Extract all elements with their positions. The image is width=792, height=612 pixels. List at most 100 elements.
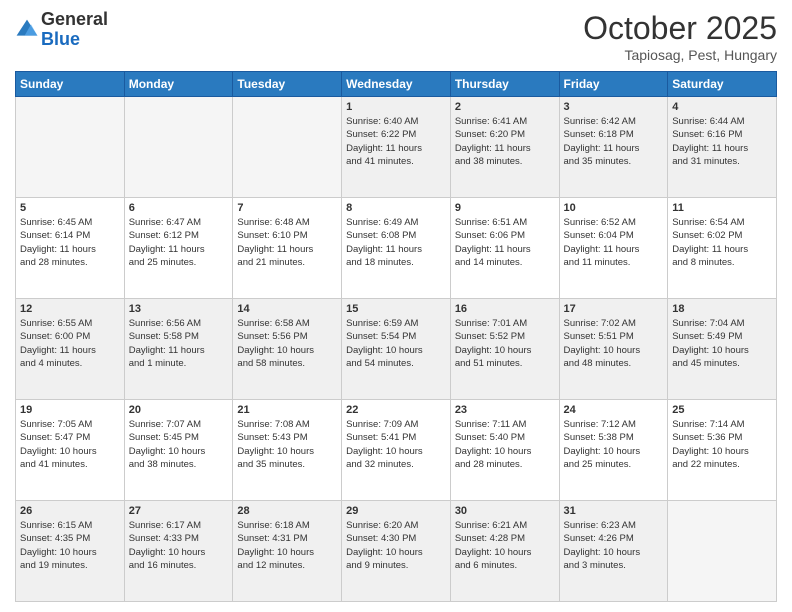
day-number: 22 xyxy=(346,404,446,416)
day-number: 23 xyxy=(455,404,555,416)
calendar-cell: 27 Sunrise: 6:17 AMSunset: 4:33 PMDayligh… xyxy=(124,501,233,602)
day-info: Sunrise: 6:49 AMSunset: 6:08 PMDaylight:… xyxy=(346,216,446,269)
day-info: Sunrise: 6:55 AMSunset: 6:00 PMDaylight:… xyxy=(20,317,120,370)
day-number: 10 xyxy=(564,202,664,214)
calendar-cell: 3Sunrise: 6:42 AMSunset: 6:18 PMDaylight… xyxy=(559,97,668,198)
day-number: 31 xyxy=(564,505,664,517)
col-header-monday: Monday xyxy=(124,72,233,97)
logo-general: General xyxy=(41,10,108,30)
calendar-cell: 7Sunrise: 6:48 AMSunset: 6:10 PMDaylight… xyxy=(233,198,342,299)
day-info: Sunrise: 6:51 AMSunset: 6:06 PMDaylight:… xyxy=(455,216,555,269)
day-info: Sunrise: 6:40 AMSunset: 6:22 PMDaylight:… xyxy=(346,115,446,168)
day-number: 21 xyxy=(237,404,337,416)
day-info: Sunrise: 7:14 AMSunset: 5:36 PMDaylight:… xyxy=(672,418,772,471)
calendar-week-0: 1 Sunrise: 6:40 AMSunset: 6:22 PMDaylight… xyxy=(16,97,777,198)
calendar-cell: 13 Sunrise: 6:56 AMSunset: 5:58 PMDayligh… xyxy=(124,299,233,400)
col-header-saturday: Saturday xyxy=(668,72,777,97)
calendar-cell: 17 Sunrise: 7:02 AMSunset: 5:51 PMDayligh… xyxy=(559,299,668,400)
day-number: 15 xyxy=(346,303,446,315)
col-header-sunday: Sunday xyxy=(16,72,125,97)
day-info: Sunrise: 7:02 AMSunset: 5:51 PMDaylight:… xyxy=(564,317,664,370)
logo-text: General Blue xyxy=(41,10,108,50)
calendar-cell: 21 Sunrise: 7:08 AMSunset: 5:43 PMDayligh… xyxy=(233,400,342,501)
day-number: 20 xyxy=(129,404,229,416)
col-header-wednesday: Wednesday xyxy=(342,72,451,97)
calendar-cell: 9 Sunrise: 6:51 AMSunset: 6:06 PMDaylight… xyxy=(450,198,559,299)
calendar-cell: 16 Sunrise: 7:01 AMSunset: 5:52 PMDayligh… xyxy=(450,299,559,400)
calendar-cell: 20 Sunrise: 7:07 AMSunset: 5:45 PMDayligh… xyxy=(124,400,233,501)
day-number: 16 xyxy=(455,303,555,315)
day-number: 4 xyxy=(672,101,772,113)
day-info: Sunrise: 6:15 AMSunset: 4:35 PMDaylight:… xyxy=(20,519,120,572)
day-number: 1 xyxy=(346,101,446,113)
day-number: 9 xyxy=(455,202,555,214)
calendar-cell: 25 Sunrise: 7:14 AMSunset: 5:36 PMDayligh… xyxy=(668,400,777,501)
header: General Blue October 2025 Tapiosag, Pest… xyxy=(15,10,777,63)
calendar-week-4: 26 Sunrise: 6:15 AMSunset: 4:35 PMDayligh… xyxy=(16,501,777,602)
calendar-cell: 14 Sunrise: 6:58 AMSunset: 5:56 PMDayligh… xyxy=(233,299,342,400)
day-info: Sunrise: 6:17 AMSunset: 4:33 PMDaylight:… xyxy=(129,519,229,572)
day-info: Sunrise: 7:04 AMSunset: 5:49 PMDaylight:… xyxy=(672,317,772,370)
day-info: Sunrise: 6:21 AMSunset: 4:28 PMDaylight:… xyxy=(455,519,555,572)
day-number: 6 xyxy=(129,202,229,214)
calendar-table: SundayMondayTuesdayWednesdayThursdayFrid… xyxy=(15,71,777,602)
calendar-cell: 4 Sunrise: 6:44 AMSunset: 6:16 PMDaylight… xyxy=(668,97,777,198)
day-number: 24 xyxy=(564,404,664,416)
day-info: Sunrise: 7:08 AMSunset: 5:43 PMDaylight:… xyxy=(237,418,337,471)
day-number: 27 xyxy=(129,505,229,517)
day-info: Sunrise: 7:01 AMSunset: 5:52 PMDaylight:… xyxy=(455,317,555,370)
day-number: 25 xyxy=(672,404,772,416)
calendar-cell xyxy=(668,501,777,602)
calendar-cell: 26 Sunrise: 6:15 AMSunset: 4:35 PMDayligh… xyxy=(16,501,125,602)
day-number: 11 xyxy=(672,202,772,214)
day-info: Sunrise: 6:23 AMSunset: 4:26 PMDaylight:… xyxy=(564,519,664,572)
day-info: Sunrise: 7:11 AMSunset: 5:40 PMDaylight:… xyxy=(455,418,555,471)
calendar-cell: 28Sunrise: 6:18 AMSunset: 4:31 PMDayligh… xyxy=(233,501,342,602)
day-info: Sunrise: 6:45 AMSunset: 6:14 PMDaylight:… xyxy=(20,216,120,269)
day-info: Sunrise: 7:09 AMSunset: 5:41 PMDaylight:… xyxy=(346,418,446,471)
calendar-cell: 5 Sunrise: 6:45 AMSunset: 6:14 PMDaylight… xyxy=(16,198,125,299)
calendar-cell: 31 Sunrise: 6:23 AMSunset: 4:26 PMDayligh… xyxy=(559,501,668,602)
calendar-cell: 6 Sunrise: 6:47 AMSunset: 6:12 PMDaylight… xyxy=(124,198,233,299)
day-info: Sunrise: 6:48 AMSunset: 6:10 PMDaylight:… xyxy=(237,216,337,269)
day-info: Sunrise: 6:58 AMSunset: 5:56 PMDaylight:… xyxy=(237,317,337,370)
day-number: 8 xyxy=(346,202,446,214)
calendar-week-2: 12 Sunrise: 6:55 AMSunset: 6:00 PMDayligh… xyxy=(16,299,777,400)
day-number: 18 xyxy=(672,303,772,315)
col-header-tuesday: Tuesday xyxy=(233,72,342,97)
month-title: October 2025 xyxy=(583,10,777,47)
calendar-week-3: 19Sunrise: 7:05 AMSunset: 5:47 PMDayligh… xyxy=(16,400,777,501)
day-number: 17 xyxy=(564,303,664,315)
day-number: 2 xyxy=(455,101,555,113)
day-number: 3 xyxy=(564,101,664,113)
calendar-cell: 11Sunrise: 6:54 AMSunset: 6:02 PMDayligh… xyxy=(668,198,777,299)
calendar-cell: 22 Sunrise: 7:09 AMSunset: 5:41 PMDayligh… xyxy=(342,400,451,501)
day-info: Sunrise: 6:59 AMSunset: 5:54 PMDaylight:… xyxy=(346,317,446,370)
day-number: 12 xyxy=(20,303,120,315)
day-info: Sunrise: 6:47 AMSunset: 6:12 PMDaylight:… xyxy=(129,216,229,269)
calendar-cell: 19Sunrise: 7:05 AMSunset: 5:47 PMDayligh… xyxy=(16,400,125,501)
day-info: Sunrise: 6:44 AMSunset: 6:16 PMDaylight:… xyxy=(672,115,772,168)
day-number: 29 xyxy=(346,505,446,517)
calendar-cell: 10Sunrise: 6:52 AMSunset: 6:04 PMDayligh… xyxy=(559,198,668,299)
col-header-friday: Friday xyxy=(559,72,668,97)
day-number: 5 xyxy=(20,202,120,214)
day-info: Sunrise: 6:56 AMSunset: 5:58 PMDaylight:… xyxy=(129,317,229,370)
calendar-cell: 12 Sunrise: 6:55 AMSunset: 6:00 PMDayligh… xyxy=(16,299,125,400)
calendar-week-1: 5 Sunrise: 6:45 AMSunset: 6:14 PMDaylight… xyxy=(16,198,777,299)
title-section: October 2025 Tapiosag, Pest, Hungary xyxy=(583,10,777,63)
day-info: Sunrise: 7:12 AMSunset: 5:38 PMDaylight:… xyxy=(564,418,664,471)
calendar-cell: 18 Sunrise: 7:04 AMSunset: 5:49 PMDayligh… xyxy=(668,299,777,400)
calendar-cell: 30 Sunrise: 6:21 AMSunset: 4:28 PMDayligh… xyxy=(450,501,559,602)
calendar-cell: 1 Sunrise: 6:40 AMSunset: 6:22 PMDaylight… xyxy=(342,97,451,198)
calendar-cell xyxy=(16,97,125,198)
day-number: 30 xyxy=(455,505,555,517)
day-number: 13 xyxy=(129,303,229,315)
day-number: 19 xyxy=(20,404,120,416)
day-info: Sunrise: 7:07 AMSunset: 5:45 PMDaylight:… xyxy=(129,418,229,471)
calendar-cell: 8 Sunrise: 6:49 AMSunset: 6:08 PMDaylight… xyxy=(342,198,451,299)
day-number: 14 xyxy=(237,303,337,315)
day-number: 26 xyxy=(20,505,120,517)
day-number: 28 xyxy=(237,505,337,517)
day-info: Sunrise: 6:41 AMSunset: 6:20 PMDaylight:… xyxy=(455,115,555,168)
